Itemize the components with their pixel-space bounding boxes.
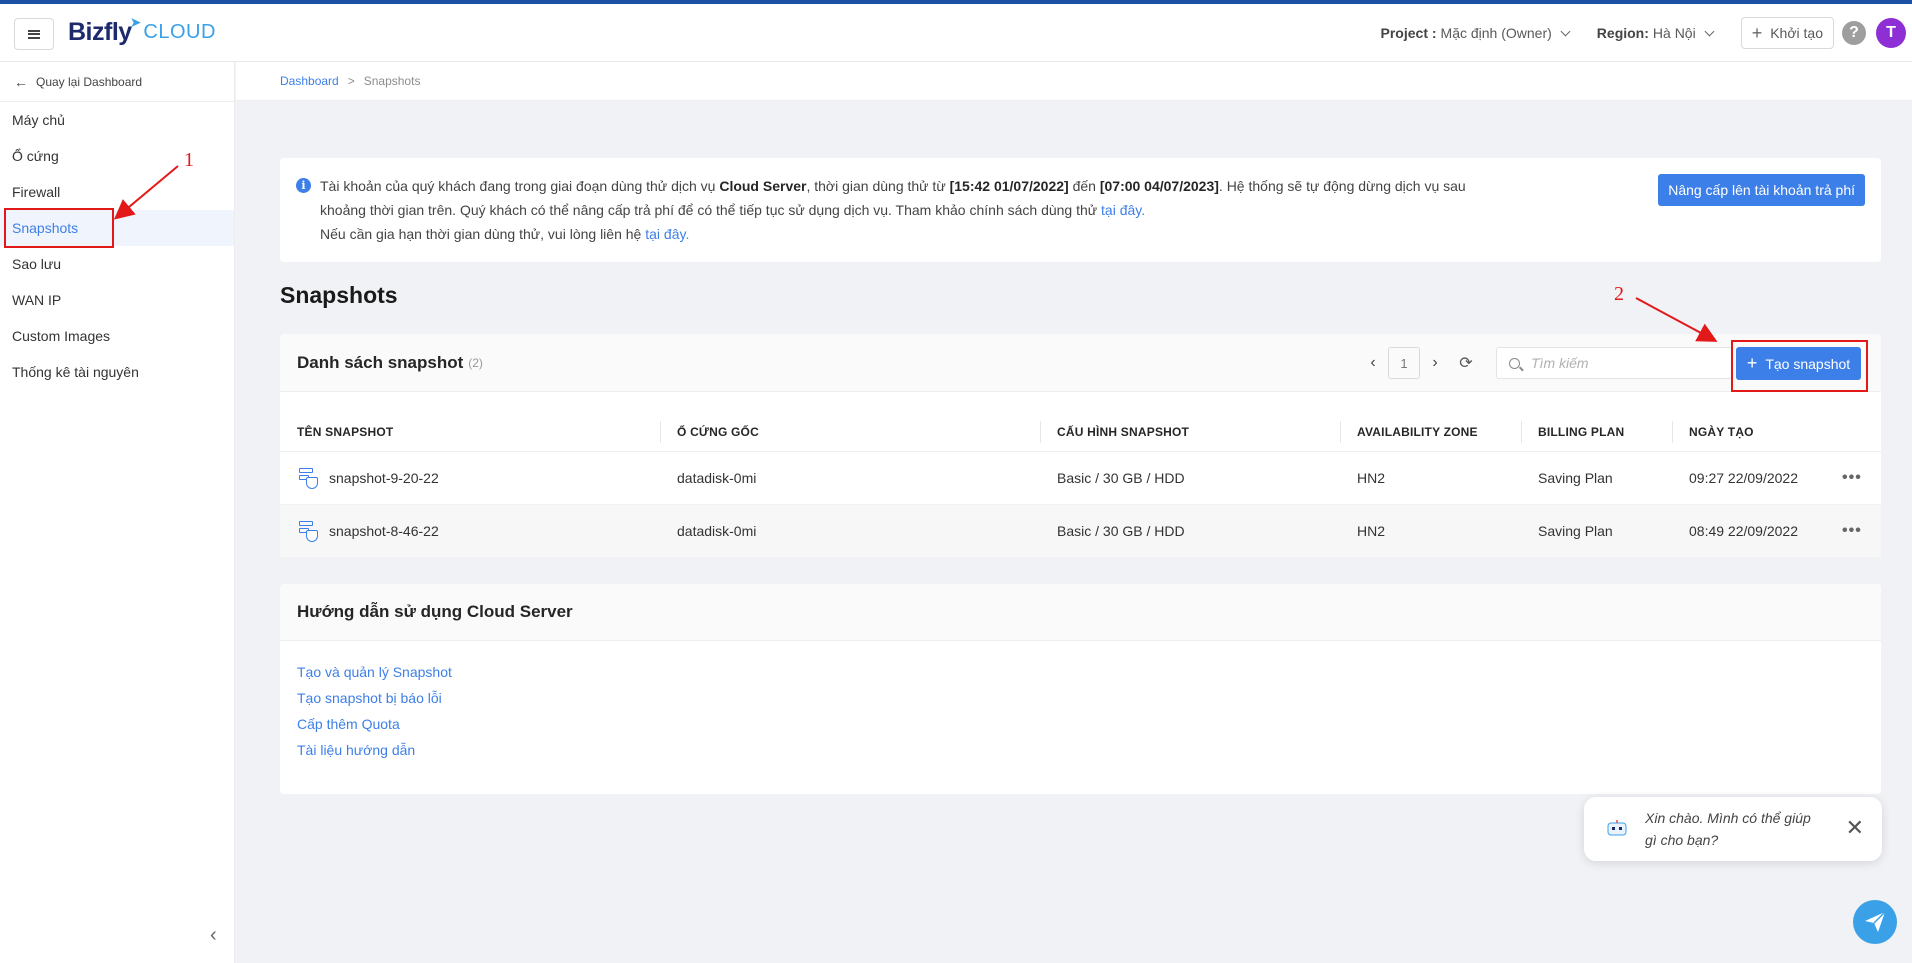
config-cell: Basic / 30 GB / HDD xyxy=(1057,523,1185,539)
chatbot-logo-icon xyxy=(1607,820,1627,836)
user-avatar[interactable]: T xyxy=(1876,18,1906,48)
table-header: TÊN SNAPSHOT Ổ CỨNG GỐC CẤU HÌNH SNAPSHO… xyxy=(280,392,1881,452)
upgrade-account-button[interactable]: Nâng cấp lên tài khoản trả phí xyxy=(1658,174,1865,206)
region-value: Hà Nội xyxy=(1652,25,1696,41)
annotation-number-2: 2 xyxy=(1614,283,1624,305)
breadcrumb: Dashboard > Snapshots xyxy=(236,62,1912,101)
zone-cell: HN2 xyxy=(1357,523,1386,539)
guide-link-manage-snapshot[interactable]: Tạo và quản lý Snapshot xyxy=(297,659,1881,685)
sidebar-item-thong-ke[interactable]: Thống kê tài nguyên xyxy=(0,354,234,390)
sidebar-item-firewall[interactable]: Firewall xyxy=(0,174,234,210)
snapshot-name-cell: snapshot-8-46-22 xyxy=(280,520,660,542)
config-cell: Basic / 30 GB / HDD xyxy=(1057,470,1185,486)
snapshot-list-card: Danh sách snapshot (2) ‹ 1 › ⟳ + Tạo sna… xyxy=(280,334,1881,558)
project-selector[interactable]: Project : Mặc định (Owner) xyxy=(1381,25,1571,41)
pagination: ‹ 1 › ⟳ xyxy=(1358,347,1482,379)
breadcrumb-separator: > xyxy=(347,74,355,88)
search-box xyxy=(1496,347,1732,379)
send-icon xyxy=(1865,911,1886,932)
chat-popup: Xin chào. Mình có thể giúp gì cho bạn? ✕ xyxy=(1584,797,1882,861)
table-row[interactable]: snapshot-9-20-22 datadisk-0mi Basic / 30… xyxy=(280,452,1881,505)
snapshot-table: TÊN SNAPSHOT Ổ CỨNG GỐC CẤU HÌNH SNAPSHO… xyxy=(280,392,1881,558)
column-header-billing[interactable]: BILLING PLAN xyxy=(1521,421,1672,443)
trial-notice: i Tài khoản của quý khách đang trong gia… xyxy=(280,158,1881,262)
snapshot-name-cell: snapshot-9-20-22 xyxy=(280,467,660,489)
zone-cell: HN2 xyxy=(1357,470,1386,486)
close-icon[interactable]: ✕ xyxy=(1846,817,1864,839)
column-header-created[interactable]: NGÀY TẠO xyxy=(1672,421,1832,443)
back-to-dashboard-link[interactable]: ← Quay lại Dashboard xyxy=(0,62,234,102)
plus-icon: + xyxy=(1751,22,1763,43)
guide-title: Hướng dẫn sử dụng Cloud Server xyxy=(280,584,1881,641)
trial-notice-text: Tài khoản của quý khách đang trong giai … xyxy=(320,178,1466,242)
chevron-right-icon[interactable]: › xyxy=(1420,354,1450,372)
chevron-down-icon xyxy=(1704,26,1715,36)
source-disk-cell: datadisk-0mi xyxy=(677,470,757,486)
refresh-icon[interactable]: ⟳ xyxy=(1450,353,1482,373)
billing-plan-cell: Saving Plan xyxy=(1538,470,1613,486)
hamburger-icon xyxy=(28,29,40,39)
arrow-left-icon: ← xyxy=(14,73,28,90)
paper-plane-icon: ➤ xyxy=(129,14,142,30)
guide-links: Tạo và quản lý Snapshot Tạo snapshot bị … xyxy=(280,641,1881,763)
column-header-config[interactable]: CẤU HÌNH SNAPSHOT xyxy=(1040,421,1340,443)
chat-launcher-button[interactable] xyxy=(1853,900,1897,944)
column-header-zone[interactable]: AVAILABILITY ZONE xyxy=(1340,421,1521,443)
sidebar: ← Quay lại Dashboard Máy chủ Ổ cứng Fire… xyxy=(0,62,235,963)
breadcrumb-dashboard-link[interactable]: Dashboard xyxy=(280,74,339,88)
chat-message: Xin chào. Mình có thể giúp gì cho bạn? xyxy=(1645,810,1811,848)
guide-link-docs[interactable]: Tài liệu hướng dẫn xyxy=(297,737,1881,763)
info-icon: i xyxy=(296,178,311,193)
app-header: Bizfly ➤ CLOUD Project : Mặc định (Owner… xyxy=(0,4,1912,62)
row-actions: ••• xyxy=(1832,522,1881,540)
source-disk-cell: datadisk-0mi xyxy=(677,523,757,539)
chevron-left-icon[interactable]: ‹ xyxy=(1358,354,1388,372)
project-value: Mặc định (Owner) xyxy=(1440,25,1552,41)
row-actions: ••• xyxy=(1832,469,1881,487)
help-icon[interactable]: ? xyxy=(1842,21,1866,45)
breadcrumb-current: Snapshots xyxy=(363,74,421,88)
table-row[interactable]: snapshot-8-46-22 datadisk-0mi Basic / 30… xyxy=(280,505,1881,558)
page-number[interactable]: 1 xyxy=(1388,347,1420,379)
more-horizontal-icon[interactable]: ••• xyxy=(1842,522,1862,540)
collapse-sidebar-icon[interactable]: ‹ xyxy=(210,924,217,947)
chevron-down-icon xyxy=(1560,26,1571,36)
sidebar-item-wan-ip[interactable]: WAN IP xyxy=(0,282,234,318)
contact-link[interactable]: tại đây. xyxy=(645,226,689,242)
hamburger-menu-button[interactable] xyxy=(14,18,54,50)
annotation-box-step1 xyxy=(4,208,114,248)
column-header-source-disk[interactable]: Ổ CỨNG GỐC xyxy=(660,421,1040,443)
page-title: Snapshots xyxy=(280,282,398,308)
snapshot-count: (2) xyxy=(468,355,483,370)
region-selector[interactable]: Region: Hà Nội xyxy=(1597,25,1715,41)
brand-logo[interactable]: Bizfly ➤ CLOUD xyxy=(68,14,216,47)
sidebar-item-may-chu[interactable]: Máy chủ xyxy=(0,102,234,138)
snapshot-icon xyxy=(297,520,319,542)
annotation-number-1: 1 xyxy=(184,149,194,171)
sidebar-item-sao-luu[interactable]: Sao lưu xyxy=(0,246,234,282)
guide-link-quota[interactable]: Cấp thêm Quota xyxy=(297,711,1881,737)
create-resource-button[interactable]: + Khởi tạo xyxy=(1740,17,1834,49)
search-input[interactable] xyxy=(1531,355,1711,371)
billing-plan-cell: Saving Plan xyxy=(1538,523,1613,539)
snapshot-list-title: Danh sách snapshot xyxy=(297,352,464,372)
snapshot-list-header: Danh sách snapshot (2) ‹ 1 › ⟳ + Tạo sna… xyxy=(280,334,1881,392)
trial-policy-link[interactable]: tại đây. xyxy=(1101,202,1145,218)
search-icon xyxy=(1509,357,1520,369)
sidebar-item-custom-images[interactable]: Custom Images xyxy=(0,318,234,354)
sidebar-item-o-cung[interactable]: Ổ cứng xyxy=(0,138,234,174)
snapshot-icon xyxy=(297,467,319,489)
annotation-box-step2 xyxy=(1731,340,1868,392)
created-date-cell: 08:49 22/09/2022 xyxy=(1689,523,1798,539)
guide-link-snapshot-error[interactable]: Tạo snapshot bị báo lỗi xyxy=(297,685,1881,711)
header-right: Project : Mặc định (Owner) Region: Hà Nộ… xyxy=(1381,4,1912,62)
column-header-name[interactable]: TÊN SNAPSHOT xyxy=(280,425,660,439)
more-horizontal-icon[interactable]: ••• xyxy=(1842,469,1862,487)
guide-card: Hướng dẫn sử dụng Cloud Server Tạo và qu… xyxy=(280,584,1881,794)
created-date-cell: 09:27 22/09/2022 xyxy=(1689,470,1798,486)
